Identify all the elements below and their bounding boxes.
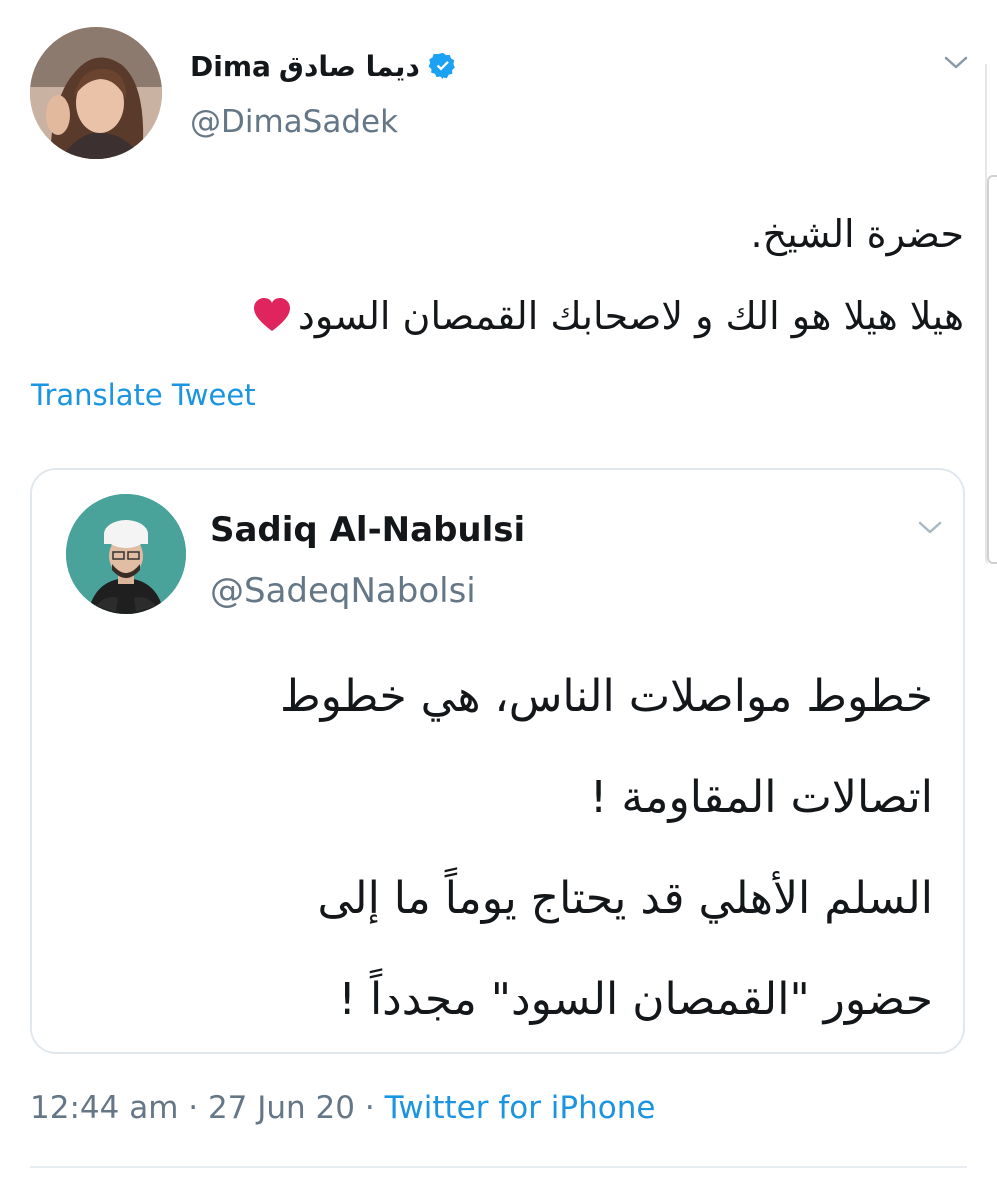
tweet-source-link[interactable]: Twitter for iPhone — [385, 1090, 656, 1126]
author-avatar-image — [30, 27, 162, 159]
tweet-line-2: هيلا هيلا هو الك و لاصحابك القمصان السود — [34, 275, 964, 357]
author-name-row[interactable]: Dima ديما صادق — [190, 44, 458, 88]
quoted-author-handle[interactable]: @SadeqNabolsi — [210, 571, 476, 611]
author-avatar[interactable] — [30, 27, 162, 159]
quoted-line-3: السلم الأهلي قد يحتاج يوماً ما إلى — [317, 873, 933, 924]
divider — [30, 1166, 967, 1168]
chevron-down-icon[interactable] — [918, 521, 942, 535]
chevron-down-icon[interactable] — [944, 56, 968, 70]
tweet-page: Dima ديما صادق @DimaSadek حضرة الشيخ. هي… — [0, 0, 997, 1200]
quoted-author-name[interactable]: Sadiq Al-Nabulsi — [210, 510, 525, 550]
red-heart-icon — [253, 298, 290, 331]
quoted-line-4: حضور "القمصان السود" مجدداً ! — [338, 974, 933, 1025]
quoted-tweet-text: خطوط مواصلات الناس، هي خطوط اتصالات المق… — [53, 646, 933, 1050]
quoted-tweet-card[interactable]: Sadiq Al-Nabulsi @SadeqNabolsi خطوط مواص… — [30, 468, 965, 1054]
tweet-line-2-text: هيلا هيلا هو الك و لاصحابك القمصان السود — [297, 294, 964, 338]
author-name-latin[interactable]: Dima — [190, 50, 271, 83]
meta-separator: · — [355, 1090, 385, 1126]
tweet-line-1: حضرة الشيخ. — [750, 212, 964, 256]
author-name-arabic[interactable]: ديما صادق — [279, 50, 420, 83]
scrollbar-thumb[interactable] — [987, 175, 997, 564]
quoted-line-2: اتصالات المقاومة ! — [589, 772, 933, 823]
tweet-date[interactable]: 27 Jun 20 — [208, 1090, 355, 1126]
quoted-line-1: خطوط مواصلات الناس، هي خطوط — [279, 671, 933, 722]
tweet-meta: 12:44 am · 27 Jun 20 · Twitter for iPhon… — [30, 1090, 655, 1126]
meta-separator: · — [178, 1090, 208, 1126]
translate-tweet-link[interactable]: Translate Tweet — [31, 378, 256, 412]
quoted-author-avatar-image — [66, 494, 186, 614]
tweet-time[interactable]: 12:44 am — [30, 1090, 178, 1126]
verified-badge-icon — [428, 52, 455, 80]
quoted-author-avatar[interactable] — [66, 494, 186, 614]
author-handle[interactable]: @DimaSadek — [190, 104, 398, 140]
tweet-text: حضرة الشيخ. هيلا هيلا هو الك و لاصحابك ا… — [34, 193, 964, 357]
